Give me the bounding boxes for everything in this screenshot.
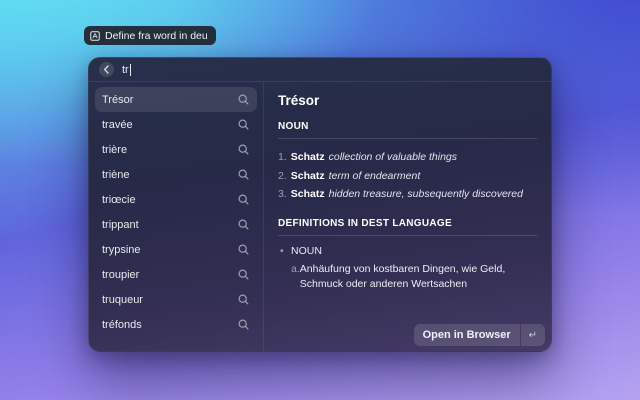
window-body: Trésor travée trière triène triœcie trip… xyxy=(89,82,551,351)
search-input-value: tr xyxy=(122,63,129,76)
word-list-item[interactable]: truqueur xyxy=(95,287,257,312)
definition-term: Schatz xyxy=(290,169,325,182)
definition-number: 1. xyxy=(278,151,287,163)
dest-definition-text: Anhäufung von kostbaren Dingen, wie Geld… xyxy=(299,262,506,291)
section-divider xyxy=(278,234,537,236)
word-label: travée xyxy=(102,118,133,131)
definition-number: 3. xyxy=(278,188,287,200)
search-icon xyxy=(238,169,249,180)
search-icon xyxy=(238,144,249,155)
back-button[interactable] xyxy=(99,62,114,77)
definition-text: hidden treasure, subsequently discovered xyxy=(328,188,523,200)
word-label: triène xyxy=(102,168,130,181)
word-list-item[interactable]: triène xyxy=(95,162,257,187)
command-badge: Define fra word in deu xyxy=(84,26,216,45)
word-list: Trésor travée trière triène triœcie trip… xyxy=(89,82,264,351)
bullet-icon: • xyxy=(280,244,284,257)
launcher-window: tr Trésor travée trière triène triœcie t… xyxy=(88,57,552,352)
chevron-left-icon xyxy=(104,65,109,74)
dest-language-heading: DEFINITIONS IN DEST LANGUAGE xyxy=(278,217,452,229)
definition-text: collection of valuable things xyxy=(328,151,458,163)
open-in-browser-button[interactable]: Open in Browser ↵ xyxy=(413,324,545,346)
search-icon xyxy=(238,94,249,105)
dest-definitions-list: a. Anhäufung von kostbaren Dingen, wie G… xyxy=(291,262,537,293)
search-icon xyxy=(238,269,249,280)
word-list-item[interactable]: tréfonds xyxy=(95,312,257,337)
definition-item: 3. Schatz hidden treasure, subsequently … xyxy=(278,185,537,204)
dest-definition-marker: a. xyxy=(291,262,300,275)
word-label: troupier xyxy=(102,268,140,281)
dest-pos-row: • NOUN xyxy=(278,245,537,257)
definition-number: 2. xyxy=(278,169,287,182)
word-label: trypsine xyxy=(102,243,141,256)
search-icon xyxy=(238,219,249,230)
detail-title: Trésor xyxy=(278,93,320,108)
word-list-item[interactable]: triœcie xyxy=(95,187,257,212)
search-icon xyxy=(238,294,249,305)
search-icon xyxy=(238,319,249,330)
definition-item: 2. Schatz term of endearment xyxy=(278,167,537,186)
dest-definition-item: a. Anhäufung von kostbaren Dingen, wie G… xyxy=(291,262,537,293)
word-list-item[interactable]: trière xyxy=(95,137,257,162)
word-label: tréfonds xyxy=(102,318,142,331)
definition-text: term of endearment xyxy=(328,169,421,182)
definition-term: Schatz xyxy=(290,188,325,200)
definition-item: 1. Schatz collection of valuable things xyxy=(278,148,537,167)
word-label: triœcie xyxy=(102,193,136,206)
definition-term: Schatz xyxy=(290,151,325,163)
define-word-command-icon xyxy=(90,30,100,41)
detail-panel: Trésor NOUN 1. Schatz collection of valu… xyxy=(264,82,551,351)
word-label: trippant xyxy=(102,218,139,231)
pos-heading: NOUN xyxy=(278,121,309,132)
search-input[interactable]: tr xyxy=(122,63,131,76)
dest-pos-label: NOUN xyxy=(291,244,322,257)
word-list-item[interactable]: trypsine xyxy=(95,237,257,262)
word-list-item[interactable]: trippant xyxy=(95,212,257,237)
word-list-item[interactable]: troupier xyxy=(95,262,257,287)
command-badge-label: Define fra word in deu xyxy=(105,29,208,42)
search-icon xyxy=(238,194,249,205)
word-list-item[interactable]: Trésor xyxy=(95,87,257,112)
definitions-list: 1. Schatz collection of valuable things … xyxy=(278,148,537,204)
enter-key-icon: ↵ xyxy=(528,329,537,341)
word-label: Trésor xyxy=(102,93,134,106)
section-divider xyxy=(278,138,537,139)
search-icon xyxy=(238,119,249,130)
text-caret xyxy=(129,63,131,76)
word-label: trière xyxy=(102,143,128,156)
word-label: truqueur xyxy=(102,293,143,306)
search-icon xyxy=(238,244,249,255)
open-in-browser-label: Open in Browser xyxy=(422,329,511,341)
search-bar: tr xyxy=(89,58,551,82)
word-list-item[interactable]: travée xyxy=(95,112,257,137)
